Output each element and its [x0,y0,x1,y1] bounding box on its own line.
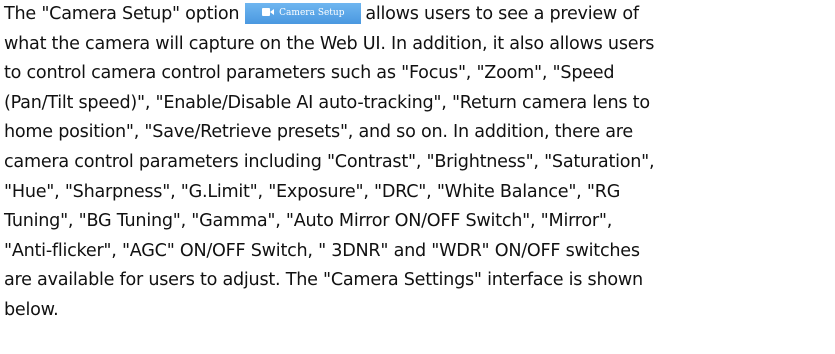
paragraph-line-10: are available for users to adjust. The "… [4,270,643,291]
paragraph-line-1: The "Camera Setup" option Camera Setup all… [4,0,832,30]
camera-setup-button[interactable]: Camera Setup [245,3,362,24]
paragraph-line-4: (Pan/Tilt speed)", "Enable/Disable AI au… [4,92,650,113]
paragraph-line-6: camera control parameters including "Con… [4,151,655,172]
camera-icon [262,7,275,16]
paragraph-line-5: home position", "Save/Retrieve presets",… [4,122,633,143]
paragraph-line-2: what the camera will capture on the Web … [4,33,655,54]
paragraph-line-3: to control camera control parameters suc… [4,63,615,84]
line-1-before-text: The "Camera Setup" option [4,4,240,24]
document-paragraph: The "Camera Setup" option Camera Setup all… [4,0,832,326]
camera-setup-button-label: Camera Setup [279,8,345,18]
paragraph-line-7: "Hue", "Sharpness", "G.Limit", "Exposure… [4,181,621,202]
paragraph-line-11: below. [4,299,59,320]
line-1-after-text: allows users to see a preview of [365,4,639,24]
paragraph-line-9: "Anti-flicker", "AGC" ON/OFF Switch, " 3… [4,240,640,261]
paragraph-line-8: Tuning", "BG Tuning", "Gamma", "Auto Mir… [4,211,613,232]
